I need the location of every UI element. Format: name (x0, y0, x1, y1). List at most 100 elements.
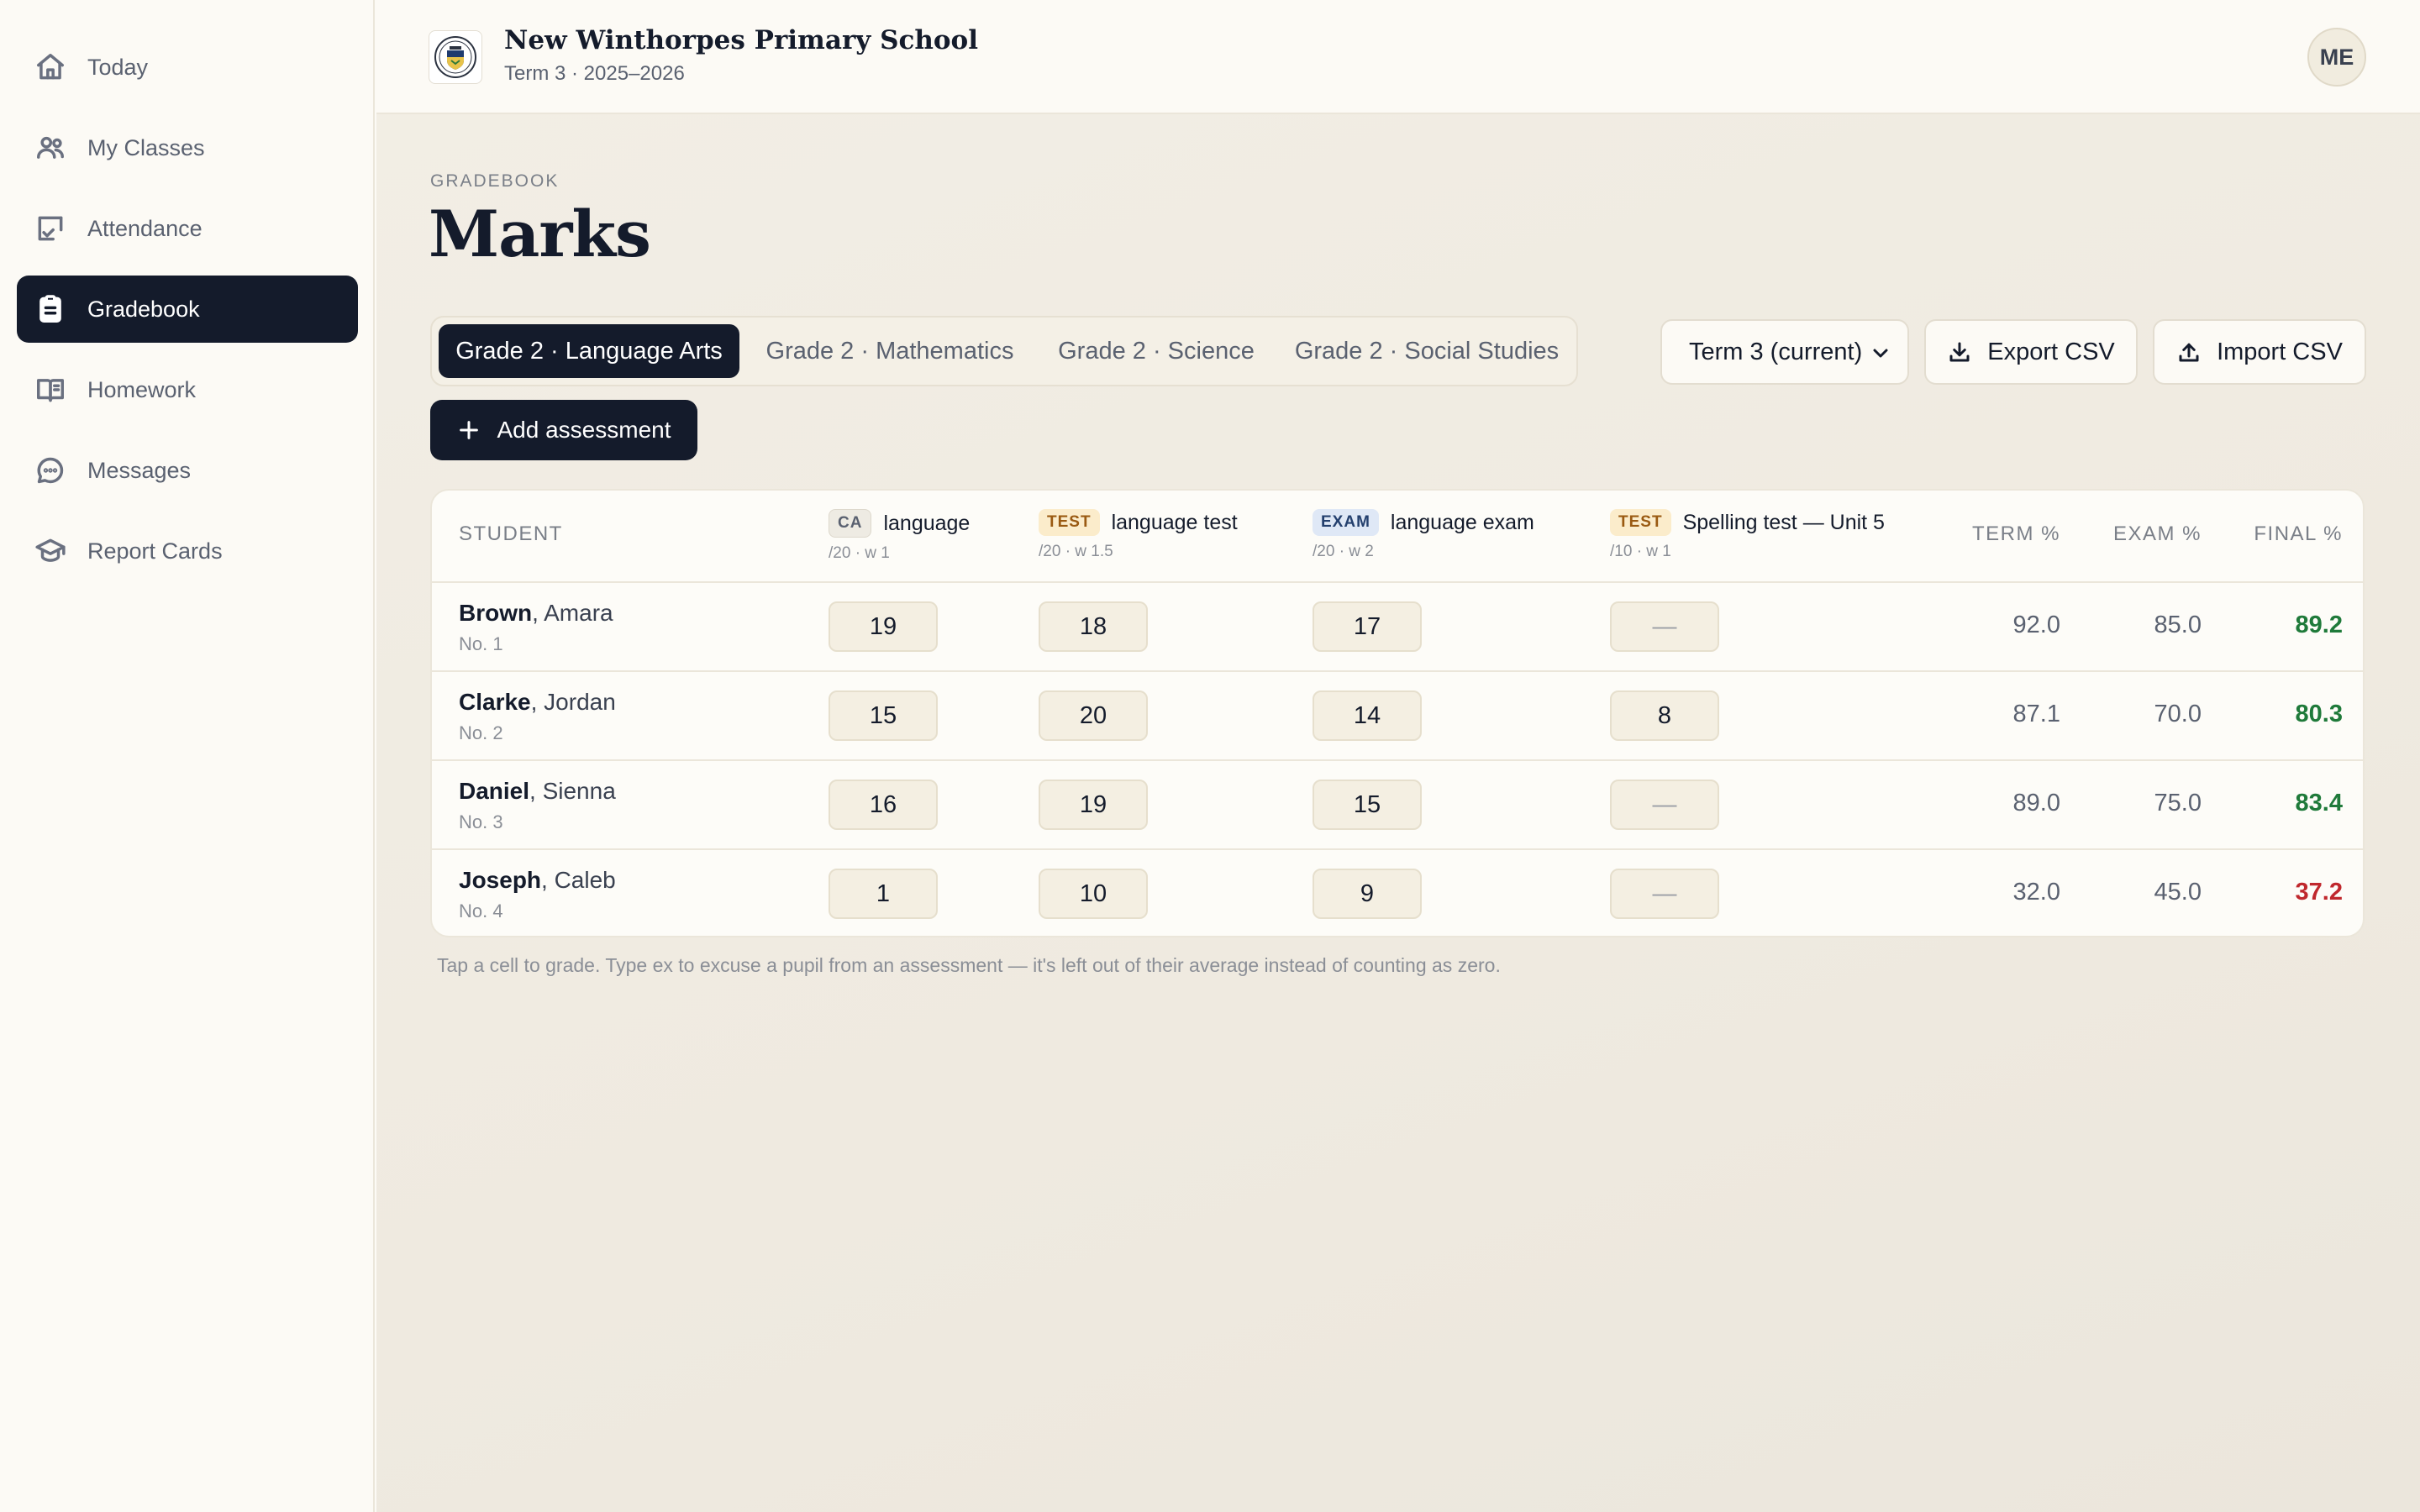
final-percent: 89.2 (2295, 612, 2343, 638)
assessment-type-badge: TEST (1039, 509, 1100, 536)
term-percent-header: TERM % (1972, 522, 2060, 545)
marks-table: STUDENT CA language /20 · w 1 TEST langu… (430, 489, 2365, 937)
sidebar-item-label: Messages (87, 457, 192, 483)
class-tabs: Grade 2 · Language Arts Grade 2 · Mathem… (430, 316, 1578, 386)
page-eyebrow: GRADEBOOK (430, 171, 560, 191)
mark-cell[interactable]: 19 (1039, 780, 1148, 830)
mark-cell[interactable]: 15 (829, 690, 938, 741)
table-row: Daniel, Sienna No. 3 16 19 15 — 89.0 75.… (432, 761, 2363, 850)
page-title: Marks (429, 197, 651, 271)
assessment-name: language (883, 511, 971, 535)
graduation-cap-icon (34, 534, 67, 568)
student-first-name: , Caleb (541, 867, 616, 893)
assessment-column-header[interactable]: EXAM language exam /20 · w 2 (1313, 509, 1534, 561)
student-last-name: Daniel (459, 778, 530, 804)
assessment-column-header[interactable]: CA language /20 · w 1 (829, 509, 970, 563)
mark-cell[interactable]: 19 (829, 601, 938, 652)
final-percent: 80.3 (2295, 701, 2343, 727)
term-percent: 87.1 (2012, 701, 2060, 727)
sidebar-item-gradebook[interactable]: Gradebook (17, 276, 358, 343)
sidebar-item-my-classes[interactable]: My Classes (17, 114, 358, 181)
mark-cell[interactable]: 18 (1039, 601, 1148, 652)
tab-science[interactable]: Grade 2 · Science (1039, 324, 1274, 378)
assessment-column-header[interactable]: TEST language test /20 · w 1.5 (1039, 509, 1238, 561)
final-percent: 37.2 (2295, 879, 2343, 906)
table-row: Clarke, Jordan No. 2 15 20 14 8 87.1 70.… (432, 672, 2363, 761)
student-column-header: STUDENT (459, 522, 563, 545)
upload-icon (2179, 343, 2199, 362)
assessment-meta: /20 · w 1 (829, 544, 890, 562)
table-header: STUDENT CA language /20 · w 1 TEST langu… (432, 491, 2363, 583)
term-subtitle: Term 3 · 2025–2026 (504, 62, 685, 85)
student-first-name: , Jordan (530, 689, 616, 715)
student-name[interactable]: Joseph, Caleb (459, 867, 616, 894)
import-csv-button[interactable]: Import CSV (2153, 319, 2366, 385)
mark-cell[interactable]: 1 (829, 869, 938, 919)
mark-cell[interactable]: 17 (1313, 601, 1422, 652)
sidebar-item-label: My Classes (87, 134, 205, 160)
student-last-name: Joseph (459, 867, 542, 893)
exam-percent: 75.0 (2154, 790, 2202, 816)
users-icon (34, 131, 67, 165)
mark-cell[interactable]: 9 (1313, 869, 1422, 919)
term-select[interactable]: Term 3 (current) (1660, 319, 1909, 385)
mark-cell[interactable]: — (1610, 780, 1719, 830)
tab-mathematics[interactable]: Grade 2 · Mathematics (751, 324, 1028, 378)
add-assessment-button[interactable]: Add assessment (430, 400, 697, 460)
assessment-name: language exam (1390, 510, 1534, 534)
student-last-name: Clarke (459, 689, 531, 715)
final-percent: 83.4 (2295, 790, 2343, 816)
assessment-meta: /20 · w 2 (1313, 543, 1374, 560)
sidebar-item-today[interactable]: Today (17, 34, 358, 101)
school-name: New Winthorpes Primary School (504, 25, 979, 55)
student-number: No. 1 (459, 633, 503, 654)
mark-cell[interactable]: — (1610, 869, 1719, 919)
term-percent: 32.0 (2012, 879, 2060, 906)
sidebar-item-messages[interactable]: Messages (17, 437, 358, 504)
sidebar-item-label: Report Cards (87, 538, 223, 564)
assessment-name: Spelling test — Unit 5 (1682, 510, 1885, 534)
main-content: New Winthorpes Primary School Term 3 · 2… (376, 0, 2420, 1512)
student-first-name: , Sienna (529, 778, 616, 804)
student-number: No. 4 (459, 900, 503, 921)
assessment-name: language test (1111, 510, 1238, 534)
home-icon (34, 50, 67, 84)
term-percent: 92.0 (2012, 612, 2060, 638)
student-name[interactable]: Brown, Amara (459, 600, 613, 627)
mark-cell[interactable]: 15 (1313, 780, 1422, 830)
plus-icon (459, 421, 478, 439)
student-name[interactable]: Clarke, Jordan (459, 689, 616, 716)
attendance-icon (34, 212, 67, 245)
user-avatar[interactable]: ME (2307, 28, 2366, 87)
mark-cell[interactable]: 16 (829, 780, 938, 830)
sidebar: Today My Classes Attendance Gradebook Ho… (0, 0, 375, 1512)
mark-cell[interactable]: — (1610, 601, 1719, 652)
assessment-column-header[interactable]: TEST Spelling test — Unit 5 /10 · w 1 (1610, 509, 1885, 561)
export-csv-button[interactable]: Export CSV (1924, 319, 2138, 385)
sidebar-item-report-cards[interactable]: Report Cards (17, 517, 358, 585)
tab-social-studies[interactable]: Grade 2 · Social Studies (1284, 324, 1570, 378)
student-number: No. 2 (459, 722, 503, 743)
sidebar-item-homework[interactable]: Homework (17, 356, 358, 423)
sidebar-item-label: Attendance (87, 215, 203, 241)
add-assessment-label: Add assessment (497, 417, 671, 443)
sidebar-item-attendance[interactable]: Attendance (17, 195, 358, 262)
exam-percent: 45.0 (2154, 879, 2202, 906)
mark-cell[interactable]: 20 (1039, 690, 1148, 741)
term-select-value: Term 3 (current) (1689, 338, 1863, 365)
sidebar-item-label: Homework (87, 376, 197, 402)
mark-cell[interactable]: 8 (1610, 690, 1719, 741)
tab-language-arts[interactable]: Grade 2 · Language Arts (439, 324, 739, 378)
mark-cell[interactable]: 10 (1039, 869, 1148, 919)
mark-cell[interactable]: 14 (1313, 690, 1422, 741)
chat-icon (34, 454, 67, 487)
student-first-name: , Amara (532, 600, 613, 626)
table-row: Brown, Amara No. 1 19 18 17 — 92.0 85.0 … (432, 583, 2363, 672)
grading-help-text: Tap a cell to grade. Type ex to excuse a… (437, 954, 1501, 976)
student-name[interactable]: Daniel, Sienna (459, 778, 616, 805)
assessment-meta: /10 · w 1 (1610, 543, 1671, 560)
table-row: Joseph, Caleb No. 4 1 10 9 — 32.0 45.0 3… (432, 850, 2363, 936)
school-crest-logo (429, 30, 482, 84)
assessment-type-badge: CA (829, 509, 872, 538)
assessment-type-badge: EXAM (1313, 509, 1379, 536)
